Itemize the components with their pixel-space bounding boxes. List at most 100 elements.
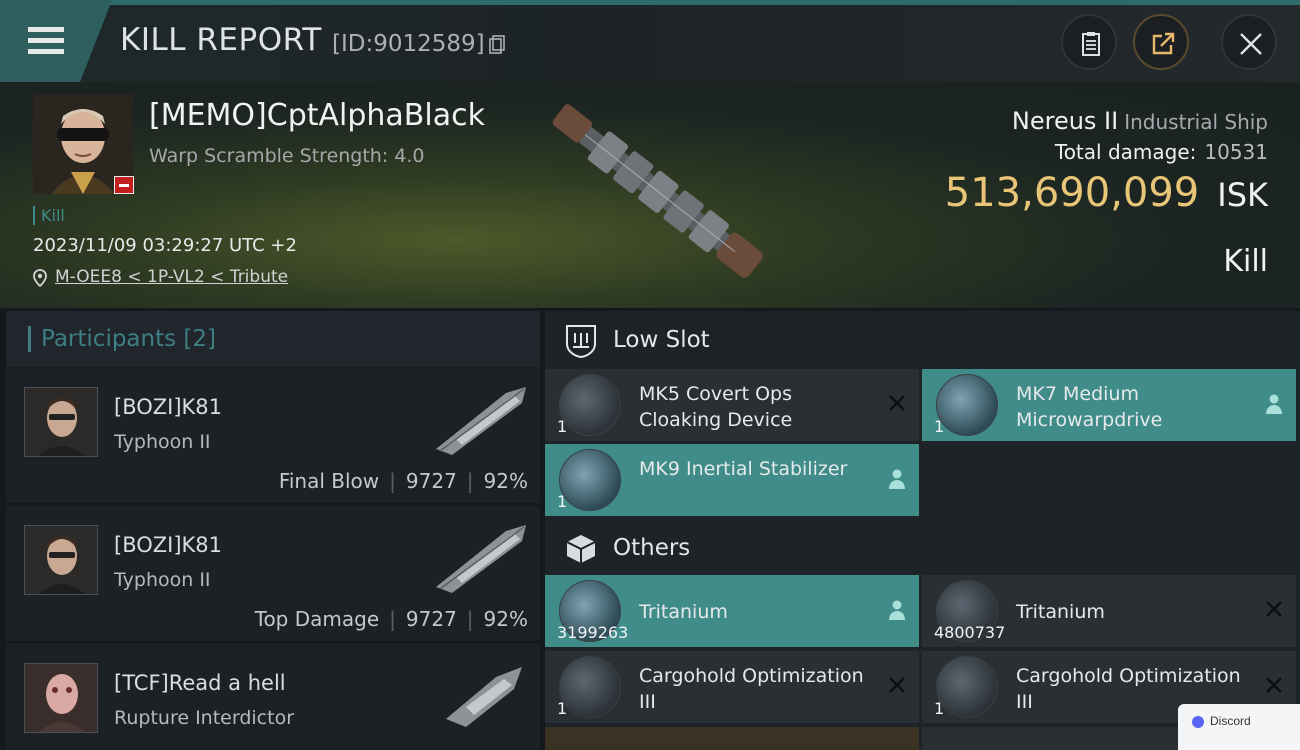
item-name: MK7 Medium Microwarpdrive [1016, 383, 1163, 431]
cargo-item[interactable]: 4800737 Tritanium [922, 575, 1296, 647]
report-id: [ID:9012589] [332, 31, 485, 57]
total-damage-label: Total damage: [1054, 140, 1197, 164]
total-damage: Total damage: 10531 [1055, 140, 1268, 164]
participant-portrait-image [25, 664, 97, 732]
destroyed-icon [1266, 601, 1282, 617]
kill-location[interactable]: M-OEE8 < 1P-VL2 < Tribute [33, 267, 288, 287]
participant-percent: 92% [483, 607, 528, 631]
participant-avatar [24, 525, 98, 595]
item-name: Tritanium [639, 601, 728, 623]
location-pin-icon [33, 269, 47, 287]
destroyed-icon [1266, 677, 1282, 693]
mwd-icon [936, 374, 998, 436]
fitted-item[interactable]: 1 MK9 Inertial Stabilizer [545, 444, 919, 516]
stats-separator: | [466, 607, 474, 631]
clipboard-button[interactable] [1061, 14, 1117, 70]
participant-ship: Typhoon II [114, 431, 211, 453]
victim-ship-name[interactable]: Nereus II Industrial Ship [1012, 107, 1268, 135]
destroyed-icon [889, 395, 905, 411]
item-quantity: 1 [557, 417, 568, 436]
participant-name[interactable]: [TCF]Read a hell [114, 671, 286, 695]
item-name: Tritanium [1016, 601, 1105, 623]
participant-portrait-image [25, 526, 97, 594]
participant-damage: 9727 [405, 469, 457, 493]
participant-ship-image [446, 667, 522, 727]
cloak-icon [559, 374, 621, 436]
participant-row[interactable]: [TCF]Read a hell Rupture Interdictor [6, 645, 540, 750]
participant-portrait-image [25, 388, 97, 456]
title-bar: KILL REPORT [ID:9012589] [0, 0, 1300, 82]
kill-type-tag: Kill [33, 206, 65, 225]
destroyed-icon [889, 677, 905, 693]
stats-separator: | [466, 469, 474, 493]
cargo-item[interactable]: 3199263 Tritanium [545, 575, 919, 647]
stats-separator: | [389, 469, 396, 493]
participant-percent: 92% [483, 469, 528, 493]
participant-ship: Rupture Interdictor [114, 707, 294, 729]
ship-name-text: Nereus II [1011, 107, 1119, 135]
ship-class-text: Industrial Ship [1124, 110, 1268, 134]
discord-label: Discord [1210, 714, 1251, 728]
location-link[interactable]: M-OEE8 < 1P-VL2 < Tribute [55, 267, 288, 287]
participant-avatar [24, 663, 98, 733]
rig-icon [936, 656, 998, 718]
participant-row[interactable]: [BOZI]K81 Typhoon II Final Blow | 9727 | 92% [6, 369, 540, 505]
item-quantity: 4800737 [934, 623, 1006, 642]
isk-amount: 513,690,099 [944, 170, 1200, 216]
others-header: Others [545, 519, 1300, 579]
dropped-icon [889, 600, 905, 620]
discord-icon [1192, 716, 1204, 728]
warp-scramble-strength: Warp Scramble Strength: 4.0 [149, 145, 425, 167]
item-quantity: 1 [934, 417, 945, 436]
fitted-item[interactable]: 1 MK7 Medium Microwarpdrive [922, 369, 1296, 441]
victim-ship-image [552, 104, 763, 278]
copy-icon[interactable] [489, 35, 505, 55]
others-title: Others [613, 535, 691, 561]
cargo-box-icon [566, 535, 596, 563]
participant-role: Final Blow [278, 469, 380, 493]
participant-ship: Typhoon II [114, 569, 211, 591]
participant-role: Top Damage [254, 607, 380, 631]
menu-button[interactable] [0, 0, 112, 82]
cargo-item-partial[interactable] [545, 727, 919, 750]
victim-pilot-name[interactable]: [MEMO]CptAlphaBlack [149, 98, 485, 133]
total-damage-value: 10531 [1204, 140, 1268, 164]
participants-header: Participants [2] [6, 311, 540, 367]
share-icon [1152, 32, 1175, 55]
cargo-item[interactable]: 1 Cargohold Optimization III [545, 651, 919, 723]
stabilizer-icon [559, 449, 621, 511]
menu-icon [28, 27, 64, 32]
menu-icon-line [28, 49, 64, 54]
isk-value: 513,690,099 ISK [945, 170, 1268, 216]
fitted-item[interactable]: 1 MK5 Covert Ops Cloaking Device [545, 369, 919, 441]
close-button[interactable] [1221, 14, 1277, 70]
discord-notification[interactable]: Discord [1178, 704, 1300, 750]
clipboard-icon [1082, 32, 1100, 56]
rig-icon [559, 656, 621, 718]
fitting-panel: Low Slot 1 MK5 Covert Ops Cloaking Devic… [545, 311, 1300, 750]
low-slot-header: Low Slot [545, 311, 1300, 371]
item-quantity: 1 [934, 699, 945, 718]
close-icon [1240, 33, 1262, 55]
participant-name[interactable]: [BOZI]K81 [114, 395, 222, 419]
participant-name[interactable]: [BOZI]K81 [114, 533, 222, 557]
kill-result: Kill [1223, 244, 1268, 279]
participant-stats: Final Blow | 9727 | 92% [279, 469, 528, 493]
share-button[interactable] [1133, 14, 1189, 70]
item-quantity: 1 [557, 699, 568, 718]
participant-stats: Top Damage | 9727 | 92% [255, 607, 528, 631]
dropped-icon [889, 469, 905, 489]
low-slot-title: Low Slot [613, 327, 710, 353]
item-quantity: 3199263 [557, 623, 629, 642]
item-name: MK9 Inertial Stabilizer [639, 458, 848, 480]
participant-ship-image [436, 525, 526, 593]
title-bar-accent [0, 0, 1300, 5]
isk-unit: ISK [1217, 176, 1268, 214]
participant-damage: 9727 [405, 607, 457, 631]
page-title: KILL REPORT [120, 22, 322, 58]
participant-row[interactable]: [BOZI]K81 Typhoon II Top Damage | 9727 | 92% [6, 507, 540, 643]
victim-panel: [MEMO]CptAlphaBlack Warp Scramble Streng… [0, 82, 1300, 308]
stats-separator: | [389, 607, 396, 631]
menu-icon-line [28, 38, 64, 43]
kill-timestamp: 2023/11/09 03:29:27 UTC +2 [33, 235, 297, 256]
